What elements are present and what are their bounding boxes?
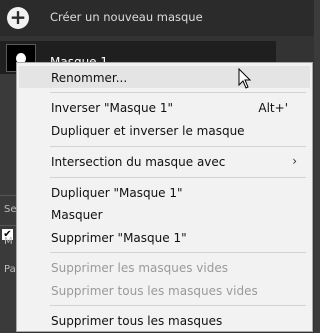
divider: [0, 225, 16, 226]
strip-label-m: M: [4, 236, 13, 247]
menu-item-delete-all-empty: Supprimer tous les masques vides: [51, 284, 258, 298]
create-mask-label[interactable]: Créer un nouveau masque: [50, 10, 203, 24]
create-mask-row[interactable]: + Créer un nouveau masque: [0, 0, 314, 36]
invert-shortcut: Alt+': [258, 101, 288, 115]
menu-separator: [50, 146, 306, 147]
menu-separator: [50, 177, 306, 178]
left-side-strip: ✔ Se M Pa: [0, 74, 17, 333]
menu-item-delete-empty: Supprimer les masques vides: [51, 261, 228, 275]
menu-separator: [50, 252, 306, 253]
menu-item-duplicate[interactable]: Dupliquer "Masque 1": [51, 186, 183, 200]
menu-item-delete[interactable]: Supprimer "Masque 1": [51, 231, 187, 245]
strip-label-pa: Pa: [4, 264, 16, 275]
menu-item-hide[interactable]: Masquer: [51, 208, 103, 222]
divider: [0, 195, 16, 196]
menu-item-duplicate-invert[interactable]: Dupliquer et inverser le masque: [51, 124, 245, 138]
context-menu: Renommer... Inverser "Masque 1" Alt+' Du…: [16, 62, 313, 332]
menu-item-intersect[interactable]: Intersection du masque avec: [51, 155, 225, 169]
mouse-cursor-icon: [238, 68, 252, 89]
menu-item-invert[interactable]: Inverser "Masque 1": [51, 101, 173, 115]
menu-separator: [50, 92, 306, 93]
menu-separator: [50, 305, 306, 306]
plus-icon[interactable]: +: [7, 7, 29, 29]
strip-label-se: Se: [4, 204, 17, 215]
menu-item-delete-all[interactable]: Supprimer tous les masques: [51, 314, 222, 328]
chevron-right-icon: ›: [292, 154, 297, 168]
menu-item-rename[interactable]: Renommer...: [51, 71, 127, 85]
